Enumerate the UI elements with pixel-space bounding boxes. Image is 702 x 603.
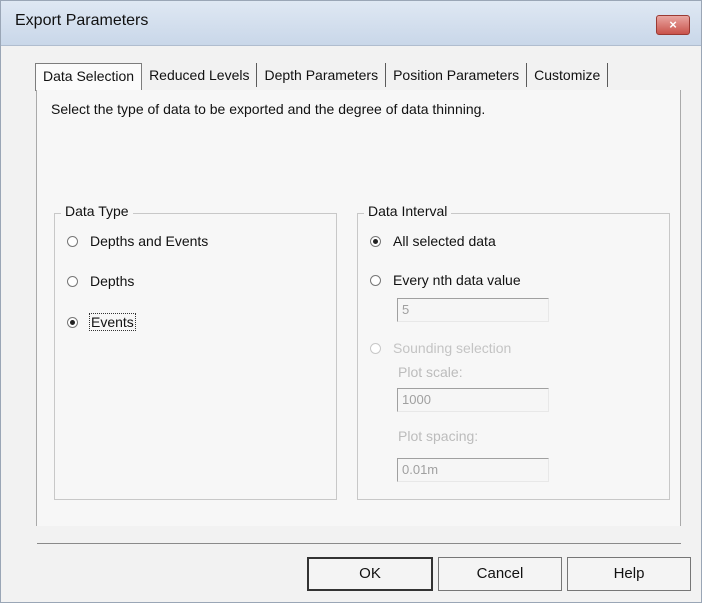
radio-every-nth-value[interactable]: Every nth data value [370,272,521,288]
plot-scale-label: Plot scale: [398,364,463,380]
data-interval-group-title: Data Interval [364,203,452,219]
tab-reduced-levels[interactable]: Reduced Levels [142,63,258,87]
export-parameters-dialog: Export Parameters × Data Selection Reduc… [0,0,702,603]
tab-position-parameters[interactable]: Position Parameters [386,63,528,87]
close-icon[interactable]: × [656,15,690,35]
radio-button-icon [370,274,381,286]
title-bar[interactable]: Export Parameters × [1,1,701,46]
radio-all-selected-data[interactable]: All selected data [370,233,496,249]
cancel-button[interactable]: Cancel [438,557,562,591]
radio-sounding-selection[interactable]: Sounding selection [370,340,511,356]
radio-label: Depths and Events [90,233,209,249]
radio-button-selected-icon [67,316,78,328]
radio-label: Depths [90,273,135,289]
radio-label: Every nth data value [393,272,521,288]
radio-button-selected-icon [370,235,381,247]
radio-button-disabled-icon [370,342,381,354]
tab-strip: Data Selection Reduced Levels Depth Para… [35,63,609,91]
instruction-text: Select the type of data to be exported a… [51,101,486,117]
radio-button-icon [67,235,78,247]
window-title: Export Parameters [15,12,149,29]
tab-depth-parameters[interactable]: Depth Parameters [257,63,387,87]
help-button[interactable]: Help [567,557,691,591]
data-type-group-title: Data Type [61,203,133,219]
radio-depths-and-events[interactable]: Depths and Events [67,233,208,249]
radio-depths[interactable]: Depths [67,273,134,289]
radio-label: Sounding selection [393,340,512,356]
radio-label: All selected data [393,233,496,249]
tab-customize[interactable]: Customize [527,63,609,87]
footer-divider [37,543,681,544]
data-interval-group [357,213,670,500]
plot-spacing-label: Plot spacing: [398,428,479,444]
nth-value-input[interactable]: 5 [397,298,549,322]
radio-button-icon [67,275,78,287]
radio-label: Events [89,313,136,331]
tab-data-selection[interactable]: Data Selection [35,63,143,91]
ok-button[interactable]: OK [307,557,433,591]
plot-spacing-input[interactable]: 0.01m [397,458,549,482]
plot-scale-input[interactable]: 1000 [397,388,549,412]
radio-events[interactable]: Events [67,313,136,331]
data-type-group [54,213,337,500]
